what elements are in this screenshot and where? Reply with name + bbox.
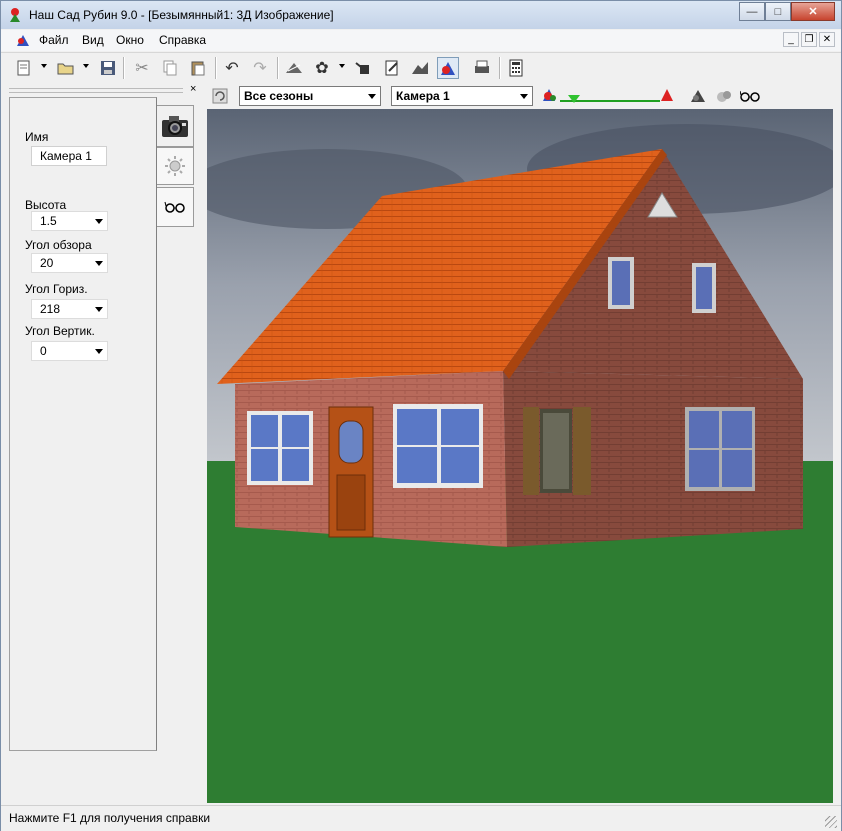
camera-name-value: Камера 1 (40, 149, 92, 163)
panel-close-icon[interactable]: × (190, 83, 196, 95)
child-minimize-button[interactable]: _ (783, 32, 799, 47)
child-restore-button[interactable]: ❐ (801, 32, 817, 47)
fov-value: 20 (40, 256, 54, 270)
camera-name-field[interactable]: Камера 1 (31, 146, 107, 166)
tab-camera[interactable] (157, 105, 194, 147)
document-icon[interactable] (15, 32, 31, 48)
redo-icon[interactable]: ↷ (249, 57, 271, 79)
camera-properties-panel: Имя Камера 1 Высота 1.5 Угол обзора 20 У… (9, 97, 157, 751)
horizontal-angle-value: 218 (40, 302, 61, 316)
horizontal-angle-select[interactable]: 218 (31, 299, 108, 319)
glasses-icon (164, 201, 185, 213)
flower-icon[interactable]: ✿ (311, 57, 333, 79)
close-button[interactable]: ✕ (791, 2, 835, 21)
menu-file[interactable]: Файл (39, 33, 69, 47)
3d-viewport[interactable] (207, 109, 833, 803)
status-text: Нажмите F1 для получения справки (9, 811, 211, 825)
save-icon[interactable] (97, 57, 119, 79)
height-label: Высота (25, 198, 67, 212)
undo-icon[interactable]: ↶ (221, 57, 243, 79)
camera-select[interactable]: Камера 1 (391, 86, 533, 106)
height-select[interactable]: 1.5 (31, 211, 108, 231)
panel-grip[interactable] (9, 88, 183, 93)
paste-icon[interactable] (187, 57, 209, 79)
view-toolbar: Все сезоны Камера 1 (207, 83, 841, 109)
sun-icon (165, 156, 185, 176)
status-bar: Нажмите F1 для получения справки (1, 805, 841, 831)
chevron-down-icon (95, 261, 103, 266)
fov-label: Угол обзора (25, 238, 92, 252)
light-low-icon (543, 89, 556, 101)
horizontal-angle-label: Угол Гориз. (25, 282, 88, 296)
shading-icon[interactable] (687, 85, 709, 107)
height-value: 1.5 (40, 214, 57, 228)
plants-dropdown-arrow[interactable] (339, 64, 345, 68)
open-folder-icon[interactable] (55, 57, 77, 79)
menu-bar: Файл Вид Окно Справка _ ❐ ✕ (1, 30, 841, 51)
copy-icon[interactable] (159, 57, 181, 79)
light-high-icon (661, 89, 673, 101)
chevron-down-icon (368, 94, 376, 99)
vertical-angle-select[interactable]: 0 (31, 341, 108, 361)
child-close-button[interactable]: ✕ (819, 32, 835, 47)
tab-lighting[interactable] (157, 147, 194, 185)
fov-select[interactable]: 20 (31, 253, 108, 273)
minimize-button[interactable]: — (739, 2, 765, 21)
title-bar: Наш Сад Рубин 9.0 - [Безымянный1: 3Д Изо… (1, 1, 841, 29)
app-logo-icon (10, 8, 20, 22)
refresh-view-icon[interactable] (209, 85, 231, 107)
window-title: Наш Сад Рубин 9.0 - [Безымянный1: 3Д Изо… (29, 8, 334, 22)
notes-icon[interactable] (381, 57, 403, 79)
menu-window[interactable]: Окно (116, 33, 144, 47)
chevron-down-icon (95, 219, 103, 224)
panel-header: × (1, 83, 207, 97)
menu-help[interactable]: Справка (159, 33, 206, 47)
fog-icon[interactable] (713, 85, 735, 107)
season-select[interactable]: Все сезоны (239, 86, 381, 106)
print-icon[interactable] (471, 57, 493, 79)
light-slider[interactable] (540, 85, 680, 107)
app-window: Наш Сад Рубин 9.0 - [Безымянный1: 3Д Изо… (0, 0, 842, 831)
name-label: Имя (25, 130, 49, 144)
chevron-down-icon (95, 307, 103, 312)
glasses-icon[interactable] (739, 85, 761, 107)
calculator-icon[interactable] (505, 57, 527, 79)
chevron-down-icon (95, 349, 103, 354)
chevron-down-icon (520, 94, 528, 99)
elevation-icon[interactable] (409, 57, 431, 79)
vertical-angle-label: Угол Вертик. (25, 324, 95, 338)
terrain-tool-icon[interactable] (283, 57, 305, 79)
main-toolbar: ✂ ↶ ↷ ✿ (1, 52, 841, 84)
vertical-angle-value: 0 (40, 344, 47, 358)
camera-select-value: Камера 1 (396, 89, 450, 103)
resize-grip-icon[interactable] (825, 816, 837, 828)
camera-icon (162, 116, 188, 137)
maximize-button[interactable]: □ (765, 2, 791, 21)
3d-view-icon[interactable] (437, 57, 459, 79)
new-icon[interactable] (13, 57, 35, 79)
open-dropdown-arrow[interactable] (83, 64, 89, 68)
watering-can-icon[interactable] (353, 57, 375, 79)
menu-view[interactable]: Вид (82, 33, 104, 47)
house-3d-render (207, 109, 833, 803)
viewport-edge (833, 109, 841, 803)
season-select-value: Все сезоны (244, 89, 314, 103)
tab-stereo[interactable] (157, 187, 194, 227)
new-dropdown-arrow[interactable] (41, 64, 47, 68)
cut-icon[interactable]: ✂ (131, 57, 153, 79)
slider-thumb[interactable] (568, 95, 580, 103)
